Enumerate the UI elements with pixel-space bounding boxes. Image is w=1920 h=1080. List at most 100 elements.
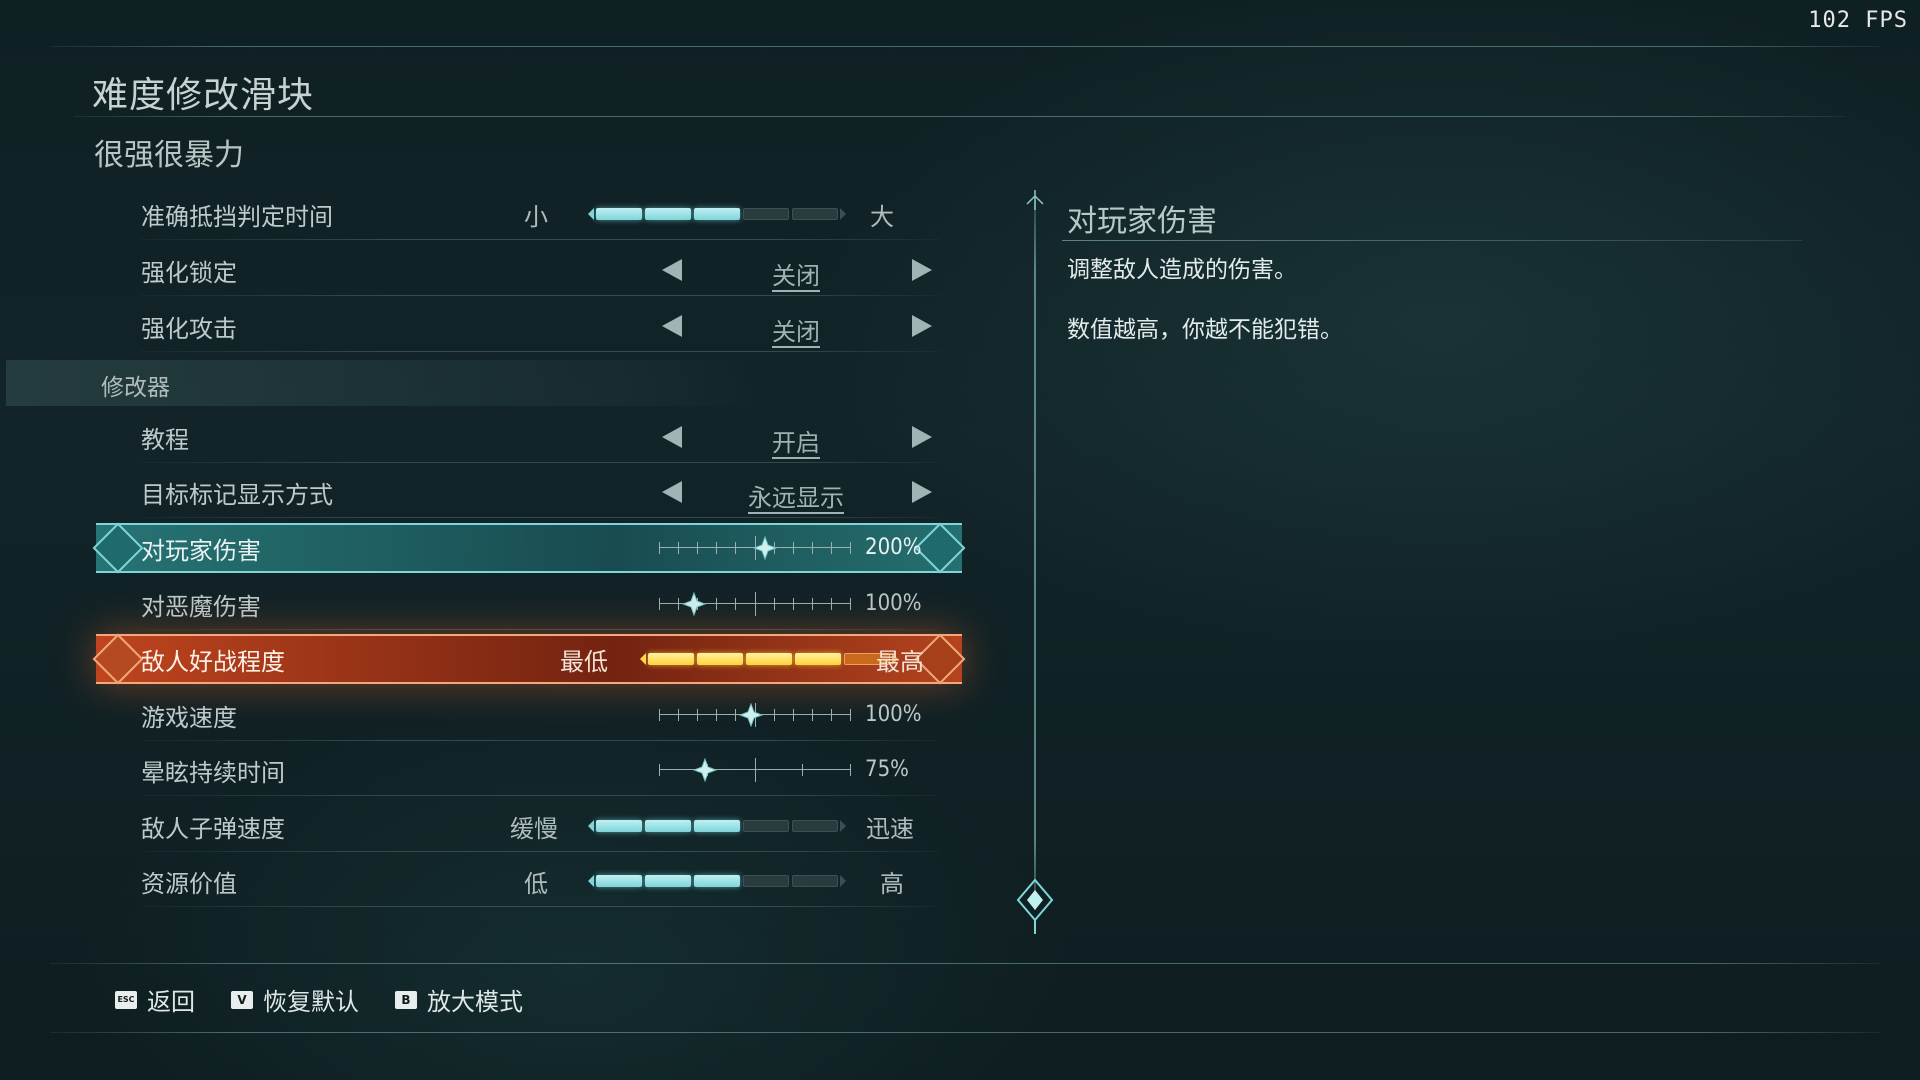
tick-slider[interactable] — [659, 758, 851, 782]
slider-knob-icon[interactable] — [739, 703, 763, 727]
setting-label: 对玩家伤害 — [141, 536, 261, 565]
diamond-ornament-icon — [1016, 878, 1054, 934]
slider-knob-icon[interactable] — [753, 536, 777, 560]
setting-row-resource-value[interactable]: 资源价值 低 高 — [100, 855, 940, 907]
slider-tick — [793, 709, 794, 721]
setting-row-enemy-aggression[interactable]: 敌人好战程度 最低 最高 — [100, 633, 940, 685]
setting-row-game-speed[interactable]: 游戏速度 100% — [100, 689, 940, 741]
top-frame-line — [50, 46, 1880, 47]
slider-tick — [716, 542, 717, 554]
slider-segment — [596, 820, 642, 832]
slider-knob-icon[interactable] — [693, 758, 717, 782]
setting-row-bullet-speed[interactable]: 敌人子弹速度 缓慢 迅速 — [100, 800, 940, 852]
slider-tick — [697, 709, 698, 721]
slider-cap-left — [588, 875, 594, 887]
slider-max-label: 最高 — [876, 647, 924, 676]
arrow-right-icon[interactable] — [912, 481, 932, 503]
row-divider — [140, 295, 940, 296]
arrow-right-icon[interactable] — [912, 426, 932, 448]
tick-slider[interactable] — [659, 703, 851, 727]
slider-tick — [793, 598, 794, 610]
row-divider — [140, 351, 940, 352]
zoom-label: 放大模式 — [427, 988, 523, 1016]
slider-tick — [831, 542, 832, 554]
slider-segment — [743, 875, 789, 887]
row-divider — [140, 740, 940, 741]
setting-row-enhanced-lock[interactable]: 强化锁定 关闭 — [100, 244, 940, 296]
row-divider — [140, 517, 940, 518]
segmented-slider[interactable] — [588, 874, 846, 888]
slider-segment — [743, 208, 789, 220]
segmented-slider[interactable] — [640, 652, 898, 666]
fps-counter: 102 FPS — [1808, 8, 1908, 33]
tick-slider[interactable] — [659, 592, 851, 616]
slider-cap-right — [840, 820, 846, 832]
slider-tick — [659, 598, 660, 610]
setting-row-stun-duration[interactable]: 晕眩持续时间 75% — [100, 744, 940, 796]
arrow-left-icon[interactable] — [662, 315, 682, 337]
arrow-right-icon[interactable] — [912, 259, 932, 281]
setting-label: 敌人好战程度 — [141, 647, 285, 676]
arrow-left-icon[interactable] — [662, 481, 682, 503]
slider-segment — [697, 653, 743, 665]
row-divider — [140, 795, 940, 796]
slider-tick — [678, 598, 679, 610]
slider-tick — [812, 709, 813, 721]
slider-value: 100% — [865, 702, 922, 727]
slider-max-label: 大 — [870, 202, 894, 231]
slider-tick — [697, 542, 698, 554]
slider-segment — [596, 875, 642, 887]
setting-label: 目标标记显示方式 — [141, 480, 333, 509]
back-button[interactable]: ESC 返回 — [115, 982, 195, 1017]
slider-tick — [735, 598, 736, 610]
slider-tick — [802, 764, 803, 776]
slider-knob-icon[interactable] — [682, 592, 706, 616]
slider-tick — [812, 598, 813, 610]
setting-row-parry-timing[interactable]: 准确抵挡判定时间 小 大 — [100, 188, 940, 240]
slider-min-label: 缓慢 — [510, 814, 558, 843]
arrow-left-icon[interactable] — [662, 426, 682, 448]
setting-row-enhanced-attack[interactable]: 强化攻击 关闭 — [100, 300, 940, 352]
option-value: 关闭 — [772, 318, 820, 346]
arrow-left-icon[interactable] — [662, 259, 682, 281]
slider-cap-left — [588, 820, 594, 832]
segmented-slider[interactable] — [588, 207, 846, 221]
slider-cap-right — [840, 875, 846, 887]
setting-label: 强化攻击 — [141, 314, 237, 343]
back-label: 返回 — [147, 988, 195, 1016]
section-title: 很强很暴力 — [94, 138, 244, 173]
b-key-icon: B — [395, 990, 417, 1009]
slider-value: 75% — [865, 757, 909, 782]
arrow-right-icon[interactable] — [912, 315, 932, 337]
slider-value: 200% — [865, 535, 922, 560]
title-underline — [74, 116, 1844, 117]
zoom-mode-button[interactable]: B 放大模式 — [395, 982, 523, 1017]
slider-min-label: 最低 — [560, 647, 608, 676]
slider-tick — [850, 764, 851, 776]
row-divider — [140, 906, 940, 907]
description-title: 对玩家伤害 — [1067, 204, 1217, 239]
option-value: 关闭 — [772, 262, 820, 290]
setting-row-demon-damage[interactable]: 对恶魔伤害 100% — [100, 578, 940, 630]
reset-label: 恢复默认 — [263, 988, 359, 1016]
setting-label: 准确抵挡判定时间 — [141, 202, 333, 231]
segmented-slider[interactable] — [588, 819, 846, 833]
slider-segment — [645, 820, 691, 832]
setting-row-player-damage[interactable]: 对玩家伤害 200% — [100, 522, 940, 574]
slider-segment — [694, 208, 740, 220]
tick-slider[interactable] — [659, 536, 851, 560]
setting-row-target-marker[interactable]: 目标标记显示方式 永远显示 — [100, 466, 940, 518]
row-divider — [140, 851, 940, 852]
slider-tick — [735, 709, 736, 721]
slider-tick — [831, 709, 832, 721]
slider-tick — [659, 542, 660, 554]
slider-cap-right — [840, 208, 846, 220]
slider-segment — [596, 208, 642, 220]
slider-tick — [678, 709, 679, 721]
bottom-frame-line-upper — [50, 963, 1880, 964]
slider-value: 100% — [865, 591, 922, 616]
setting-row-tutorial[interactable]: 教程 开启 — [100, 411, 940, 463]
slider-segment — [792, 208, 838, 220]
setting-label: 强化锁定 — [141, 258, 237, 287]
reset-default-button[interactable]: V 恢复默认 — [231, 982, 359, 1017]
